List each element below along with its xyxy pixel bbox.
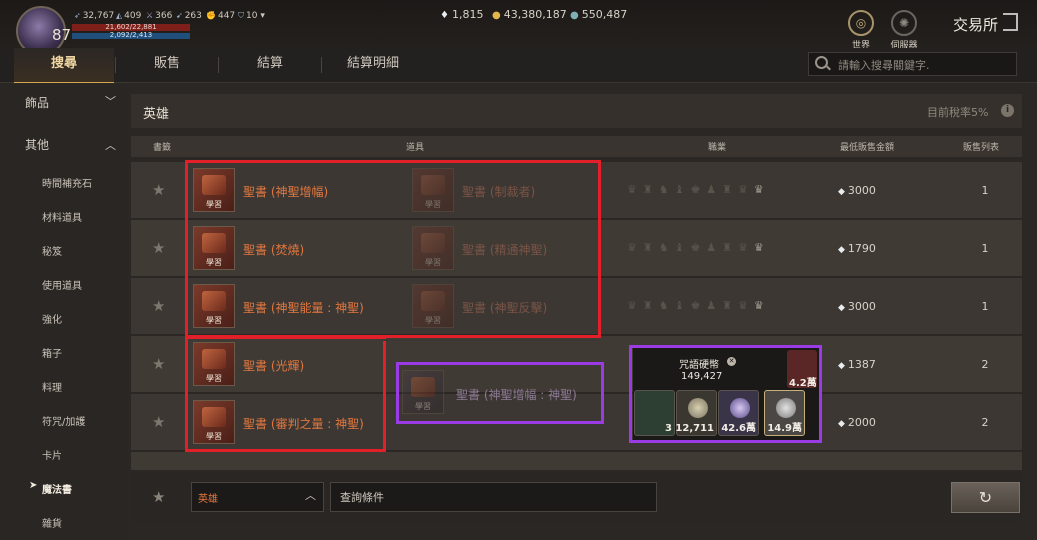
sword-icon: ⚔	[146, 11, 154, 20]
sidebar-item-boxes[interactable]: 箱子	[42, 345, 62, 360]
stat-wing: ➶ 32,767	[74, 11, 115, 21]
bow-icon: ➹	[176, 11, 183, 20]
min-price: ◆ 1790	[838, 242, 876, 255]
diamond-icon: ◆	[838, 361, 845, 371]
min-price: ◆ 3000	[838, 300, 876, 313]
sidebar-item-secret-book[interactable]: 秘笈	[42, 243, 62, 258]
bookmark-star-icon[interactable]: ★	[152, 413, 165, 431]
query-conditions-label: 查詢條件	[340, 491, 384, 504]
min-price: ◆ 3000	[838, 184, 876, 197]
stat-shield: ⛉ 10 ▾	[238, 11, 265, 21]
bookmark-star-icon[interactable]: ★	[152, 239, 165, 257]
listing-count: 1	[981, 184, 989, 197]
chevron-up-icon: ︿	[305, 489, 316, 502]
exit-icon[interactable]	[1003, 13, 1018, 31]
stat-sword: ⚔ 366	[146, 11, 173, 21]
diamond-icon: ◆	[838, 303, 845, 313]
sidebar-item-spellbook[interactable]: 魔法書	[42, 481, 72, 496]
column-class: 職業	[707, 143, 726, 153]
refresh-button[interactable]: ↻	[951, 482, 1020, 513]
world-button[interactable]: ◎ 世界	[841, 10, 881, 51]
hp-bar: 21,602/22,881	[72, 23, 190, 31]
sidebar-item-misc[interactable]: 雜貨	[42, 515, 62, 530]
wing-icon: ➶	[74, 11, 81, 20]
currency-silver: ● 550,487	[570, 8, 628, 21]
diamond-icon: ♦	[440, 10, 449, 21]
column-listing-count: 販售列表	[962, 143, 999, 153]
search-icon	[815, 56, 828, 69]
chevron-up-icon[interactable]: ︿	[105, 137, 116, 153]
diamond-icon: ◆	[838, 419, 845, 429]
min-price: ◆ 1387	[838, 358, 876, 371]
sidebar-category-accessories[interactable]: 飾品	[25, 94, 49, 111]
column-min-price: 最低販售金額	[839, 143, 894, 153]
player-level: 87	[52, 26, 72, 44]
class-icons: ♛♜♞♝♚♟♜♛♛	[627, 299, 770, 312]
mp-bar: 2,092/2,413	[72, 31, 190, 39]
tab-search[interactable]: 搜尋	[14, 48, 114, 84]
diamond-icon: ◆	[838, 187, 845, 197]
sidebar-item-cooking[interactable]: 料理	[42, 379, 62, 394]
tab-divider	[321, 57, 322, 73]
currency-gold: ● 43,380,187	[492, 8, 567, 21]
sidebar-item-enhance[interactable]: 強化	[42, 311, 62, 326]
bookmark-star-icon[interactable]: ★	[152, 181, 165, 199]
shield-icon: ⛉	[238, 11, 244, 20]
server-icon: ✺	[891, 10, 917, 36]
section-header	[131, 94, 1022, 128]
listing-count: 1	[981, 242, 989, 255]
sidebar-category-other[interactable]: 其他	[25, 136, 49, 153]
highlight-red-box	[185, 160, 601, 338]
bookmark-star-icon[interactable]: ★	[152, 355, 165, 373]
column-item: 道具	[405, 143, 424, 153]
sidebar-item-consumables[interactable]: 使用道具	[42, 277, 82, 292]
listing-count: 2	[981, 358, 989, 371]
highlight-purple-box	[396, 362, 604, 424]
tab-sell[interactable]: 販售	[117, 48, 217, 82]
tab-divider	[115, 57, 116, 73]
info-icon[interactable]: i	[1001, 104, 1014, 117]
class-icons: ♛♜♞♝♚♟♜♛♛	[627, 241, 770, 254]
silver-coin-icon: ●	[570, 10, 579, 21]
bookmark-filter-icon[interactable]: ★	[152, 488, 165, 506]
stat-helmet: ◭ 409	[116, 11, 142, 21]
fist-icon: ✊	[206, 11, 216, 20]
sidebar-item-materials[interactable]: 材料道具	[42, 209, 82, 224]
sidebar-item-charms[interactable]: 符咒/加護	[42, 413, 85, 428]
tab-settle[interactable]: 結算	[220, 48, 320, 82]
tab-settle-details[interactable]: 結算明細	[323, 48, 423, 82]
min-price: ◆ 2000	[838, 416, 876, 429]
table-row[interactable]	[131, 452, 1022, 470]
page-title: 交易所	[953, 16, 999, 34]
sidebar-item-time-stone[interactable]: 時間補充石	[42, 175, 92, 190]
column-bookmark: 書籤	[152, 143, 171, 153]
refresh-icon: ↻	[978, 488, 993, 507]
section-title: 英雄	[143, 107, 170, 122]
highlight-red-box	[185, 336, 386, 452]
highlight-purple-box	[629, 345, 822, 443]
listing-count: 1	[981, 300, 989, 313]
currency-diamond: ♦ 1,815	[440, 8, 484, 21]
stat-fist: ✊ 447	[206, 11, 236, 21]
diamond-icon: ◆	[838, 245, 845, 255]
search-input[interactable]	[836, 55, 1015, 75]
tax-rate: 目前稅率5%	[927, 106, 989, 119]
sidebar-item-cards[interactable]: 卡片	[42, 447, 62, 462]
chevron-right-icon: ➤	[29, 480, 38, 491]
gold-coin-icon: ●	[492, 10, 501, 21]
globe-icon: ◎	[848, 10, 874, 36]
helmet-icon: ◭	[116, 11, 123, 20]
chevron-down-icon[interactable]: ﹀	[105, 93, 116, 109]
tab-divider	[218, 57, 219, 73]
highlight-gap	[383, 339, 598, 341]
stat-bow: ➹ 263	[176, 11, 202, 21]
bookmark-star-icon[interactable]: ★	[152, 297, 165, 315]
grade-filter-value: 英雄	[198, 494, 218, 505]
server-button[interactable]: ✺ 伺服器	[884, 10, 924, 51]
class-icons: ♛♜♞♝♚♟♜♛♛	[627, 183, 770, 196]
listing-count: 2	[981, 416, 989, 429]
